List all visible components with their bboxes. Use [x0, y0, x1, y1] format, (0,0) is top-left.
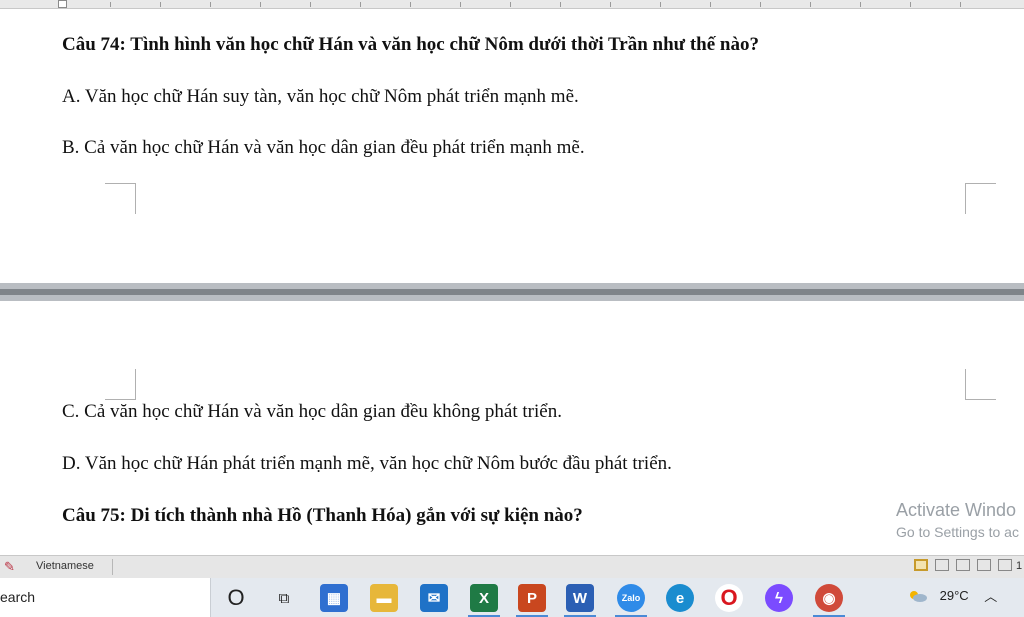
messenger-icon[interactable]: ϟ [765, 584, 793, 612]
ruler-tick [610, 2, 611, 7]
ruler-tick [710, 2, 711, 7]
ruler-tick [810, 2, 811, 7]
status-bar: ✎ Vietnamese 1 [0, 555, 1024, 578]
margin-corner-marker [965, 369, 996, 400]
activate-windows-watermark: Activate Windo Go to Settings to ac [896, 500, 1024, 540]
ruler-tick [510, 2, 511, 7]
word-icon[interactable]: W [566, 584, 594, 612]
edge-icon[interactable]: e [666, 584, 694, 612]
page-separator [0, 289, 1024, 295]
print-layout-icon[interactable] [914, 559, 928, 572]
web-layout-icon[interactable] [956, 559, 971, 572]
watermark-title: Activate Windo [896, 500, 1017, 520]
document-page[interactable]: C. Cả văn học chữ Hán và văn học dân gia… [0, 301, 1024, 555]
margin-corner-marker [105, 369, 136, 400]
system-tray: 29°C ︿ [908, 586, 997, 605]
status-separator [112, 559, 113, 575]
powerpoint-icon[interactable]: P [518, 584, 546, 612]
question-74[interactable]: Câu 74: Tình hình văn học chữ Hán và văn… [62, 34, 759, 56]
ruler-tick [210, 2, 211, 7]
weather-temperature[interactable]: 29°C [940, 588, 969, 603]
ruler-tick [260, 2, 261, 7]
read-mode-icon[interactable] [935, 559, 950, 572]
opera-icon[interactable]: O [715, 584, 743, 612]
ruler-tick [660, 2, 661, 7]
task-view-icon[interactable]: ⧉ [270, 584, 298, 612]
answer-a[interactable]: A. Văn học chữ Hán suy tàn, văn học chữ … [62, 86, 579, 108]
margin-corner-marker [105, 183, 136, 214]
excel-icon[interactable]: X [470, 584, 498, 612]
ruler-tick [160, 2, 161, 7]
ruler-tick [360, 2, 361, 7]
draft-icon[interactable] [998, 559, 1013, 572]
taskbar: earch O ⧉ ▦ ▬ ✉ X P W Zalo e O ϟ ◉ 29°C … [0, 578, 1024, 617]
answer-d[interactable]: D. Văn học chữ Hán phát triển mạnh mẽ, v… [62, 453, 672, 475]
zoom-level[interactable]: 1 [1016, 560, 1022, 572]
zalo-icon[interactable]: Zalo [617, 584, 645, 612]
watermark-subtitle: Go to Settings to ac [896, 524, 1019, 540]
chevron-up-icon[interactable]: ︿ [984, 586, 997, 605]
ruler-tick [310, 2, 311, 7]
ruler-tick [960, 2, 961, 7]
chrome-profile-icon[interactable]: ◉ [815, 584, 843, 612]
question-75[interactable]: Câu 75: Di tích thành nhà Hồ (Thanh Hóa)… [62, 505, 583, 527]
ruler-tick [460, 2, 461, 7]
ruler-tick [910, 2, 911, 7]
weather-cloud-icon[interactable] [908, 589, 928, 603]
search-text: earch [0, 589, 36, 605]
answer-b[interactable]: B. Cả văn học chữ Hán và văn học dân gia… [62, 137, 585, 159]
view-buttons [914, 559, 1016, 575]
indent-marker[interactable] [58, 0, 67, 8]
horizontal-ruler[interactable] [0, 0, 1024, 9]
taskbar-search-box[interactable]: earch [0, 578, 211, 617]
mail-icon[interactable]: ✉ [420, 584, 448, 612]
page-break [0, 283, 1024, 301]
ruler-tick [860, 2, 861, 7]
file-explorer-icon[interactable]: ▬ [370, 584, 398, 612]
ruler-tick [560, 2, 561, 7]
proofing-icon[interactable]: ✎ [4, 559, 20, 575]
ruler-tick [760, 2, 761, 7]
language-indicator[interactable]: Vietnamese [36, 560, 94, 572]
cortana-icon[interactable]: O [222, 584, 250, 612]
ruler-tick [410, 2, 411, 7]
outline-icon[interactable] [977, 559, 992, 572]
answer-c[interactable]: C. Cả văn học chữ Hán và văn học dân gia… [62, 401, 562, 423]
margin-corner-marker [965, 183, 996, 214]
store-icon[interactable]: ▦ [320, 584, 348, 612]
ruler-tick [110, 2, 111, 7]
document-page[interactable]: Câu 74: Tình hình văn học chữ Hán và văn… [0, 9, 1024, 283]
